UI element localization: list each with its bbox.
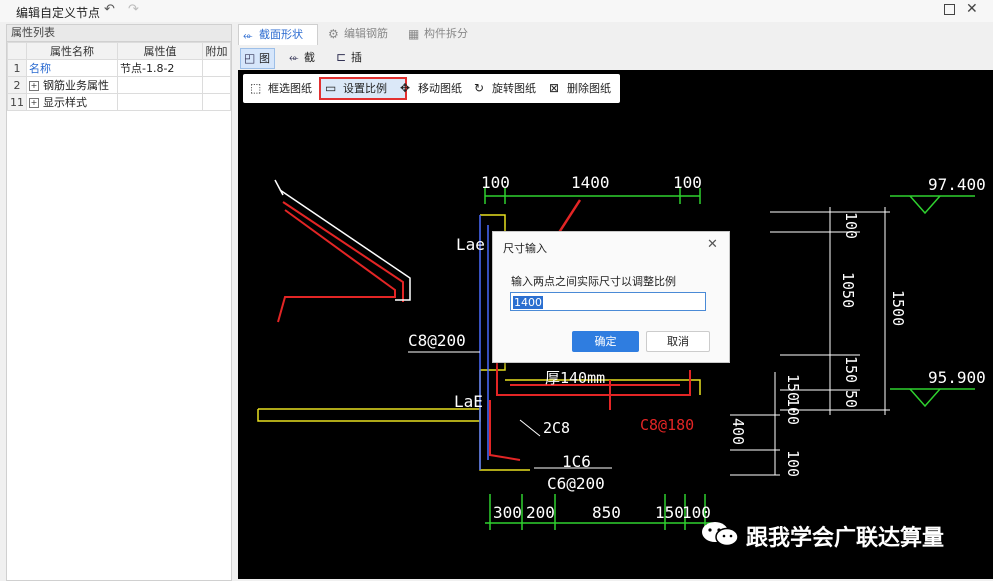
edit-rebar-icon: ⚙ xyxy=(328,27,339,41)
property-panel-header: 属性列表 xyxy=(7,25,231,42)
elevation-95-900: 95.900 xyxy=(928,368,986,387)
label-c8-180: C8@180 xyxy=(640,416,694,434)
dim-bottom-300: 300 xyxy=(493,503,522,522)
drawing-button[interactable]: ◰ 图纸 xyxy=(240,48,275,84)
dialog-prompt: 输入两点之间实际尺寸以调整比例 xyxy=(511,275,676,288)
set-scale-label: 设置比例 xyxy=(343,82,387,95)
property-extra[interactable] xyxy=(202,59,231,77)
delete-drawing-icon: ⊠ xyxy=(549,81,560,95)
property-extra[interactable] xyxy=(202,76,231,94)
dialog-title: 尺寸输入 xyxy=(503,242,547,255)
dim-label-100-left: 100 xyxy=(481,173,510,192)
box-select-label: 框选图纸 xyxy=(268,82,312,95)
drawing-toolbar: ⬚ 框选图纸 ▭ 设置比例 ✥ 移动图纸 ↻ 旋转图纸 ⊠ 删除图纸 xyxy=(243,74,620,103)
label-c8-200: C8@200 xyxy=(408,331,466,350)
tab-label: 编辑钢筋 xyxy=(344,27,388,40)
dim-v-1050: 1050 xyxy=(839,272,857,308)
property-name[interactable]: + 显示样式 xyxy=(26,93,118,111)
set-scale-button[interactable]: ▭ 设置比例 xyxy=(319,77,407,100)
rotate-drawing-button[interactable]: ↻ 旋转图纸 xyxy=(470,79,536,98)
dim-v-100a: 100 xyxy=(842,212,860,239)
dim-bottom-850: 850 xyxy=(592,503,621,522)
label-lae-bottom: LaE xyxy=(454,392,483,411)
insert-point-button[interactable]: ⊏ 插入点 xyxy=(333,48,366,102)
wechat-icon xyxy=(702,522,739,547)
row-number: 2 xyxy=(7,76,27,94)
property-value[interactable] xyxy=(117,76,203,94)
dim-v-100b: 100 xyxy=(784,398,802,425)
window-title: 编辑自定义节点 xyxy=(16,6,101,20)
size-input-dialog: 尺寸输入 ✕ 输入两点之间实际尺寸以调整比例 1400 确定 取消 xyxy=(492,231,730,363)
property-name-text: 钢筋业务属性 xyxy=(43,79,109,92)
dim-v-1500: 1500 xyxy=(889,290,907,326)
close-icon[interactable]: ✕ xyxy=(966,1,978,17)
property-value[interactable] xyxy=(117,93,203,111)
tab-edit-rebar[interactable]: ⚙ 编辑钢筋 xyxy=(324,24,408,44)
move-icon: ✥ xyxy=(400,81,411,95)
box-select-icon: ⬚ xyxy=(250,81,262,95)
section-button[interactable]: ⬰ 截面 xyxy=(286,48,319,83)
ok-button[interactable]: 确定 xyxy=(572,331,639,352)
delete-drawing-label: 删除图纸 xyxy=(567,82,611,95)
watermark-text: 跟我学会广联达算量 xyxy=(746,526,945,551)
redo-icon[interactable]: ↷ xyxy=(128,2,139,17)
size-input-selection: 1400 xyxy=(513,296,543,309)
drawing-icon: ◰ xyxy=(244,51,256,65)
rotate-icon: ↻ xyxy=(474,81,485,95)
tab-section-shape[interactable]: ⬰ 截面形状 xyxy=(238,24,318,45)
dim-bottom-150: 150 xyxy=(655,503,684,522)
maximize-icon[interactable] xyxy=(944,4,955,15)
dim-label-1400: 1400 xyxy=(571,173,610,192)
scale-icon: ▭ xyxy=(325,81,337,95)
table-row[interactable]: 11 + 显示样式 xyxy=(7,93,231,111)
dim-label-100-right: 100 xyxy=(673,173,702,192)
property-name[interactable]: 名称 xyxy=(26,59,118,77)
dim-v-100c: 100 xyxy=(784,450,802,477)
delete-drawing-button[interactable]: ⊠ 删除图纸 xyxy=(545,79,611,98)
property-name[interactable]: + 钢筋业务属性 xyxy=(26,76,118,94)
move-drawing-button[interactable]: ✥ 移动图纸 xyxy=(396,79,462,98)
label-thickness: 厚140mm xyxy=(545,369,605,387)
column-header-value: 属性值 xyxy=(117,42,203,60)
dialog-close-icon[interactable]: ✕ xyxy=(707,237,718,252)
cancel-button[interactable]: 取消 xyxy=(646,331,710,352)
section-shape-icon: ⬰ xyxy=(243,28,253,42)
expand-icon[interactable]: + xyxy=(29,98,39,108)
expand-icon[interactable]: + xyxy=(29,81,39,91)
dim-v-150a: 150 xyxy=(842,356,860,383)
dim-bottom-200: 200 xyxy=(526,503,555,522)
box-select-drawing-button[interactable]: ⬚ 框选图纸 xyxy=(246,79,312,98)
move-drawing-label: 移动图纸 xyxy=(418,82,462,95)
rotate-drawing-label: 旋转图纸 xyxy=(492,82,536,95)
insert-point-icon: ⊏ xyxy=(336,50,347,64)
table-row[interactable]: 1 名称 节点-1.8-2 xyxy=(7,59,231,77)
property-table-header: 属性名称 属性值 附加 xyxy=(7,42,231,60)
elevation-97-400: 97.400 xyxy=(928,175,986,194)
row-number-header xyxy=(7,42,27,60)
tab-split-component[interactable]: ▦ 构件拆分 xyxy=(404,24,488,44)
property-panel: 属性列表 属性名称 属性值 附加 1 名称 节点-1.8-2 2 + 钢筋业务属性… xyxy=(6,24,232,581)
table-row[interactable]: 2 + 钢筋业务属性 xyxy=(7,76,231,94)
dim-v-50: 50 xyxy=(842,390,860,408)
row-number: 1 xyxy=(7,59,27,77)
label-2c8: 2C8 xyxy=(543,419,570,437)
section-icon: ⬰ xyxy=(289,50,299,64)
row-number: 11 xyxy=(7,93,27,111)
title-bar: 编辑自定义节点 ↶ ↷ ✕ xyxy=(0,0,993,22)
tab-label: 截面形状 xyxy=(259,28,303,41)
column-header-name: 属性名称 xyxy=(26,42,118,60)
property-table: 属性名称 属性值 附加 1 名称 节点-1.8-2 2 + 钢筋业务属性 11 +… xyxy=(7,42,231,111)
property-extra[interactable] xyxy=(202,93,231,111)
label-lae: Lae xyxy=(456,235,485,254)
split-component-icon: ▦ xyxy=(408,27,420,41)
property-value[interactable]: 节点-1.8-2 xyxy=(117,59,203,77)
property-name-text: 显示样式 xyxy=(43,96,87,109)
column-header-extra: 附加 xyxy=(202,42,231,60)
dim-v-400: 400 xyxy=(729,418,747,445)
tab-label: 构件拆分 xyxy=(424,27,468,40)
undo-icon[interactable]: ↶ xyxy=(104,2,115,17)
label-c6-200: C6@200 xyxy=(547,474,605,493)
